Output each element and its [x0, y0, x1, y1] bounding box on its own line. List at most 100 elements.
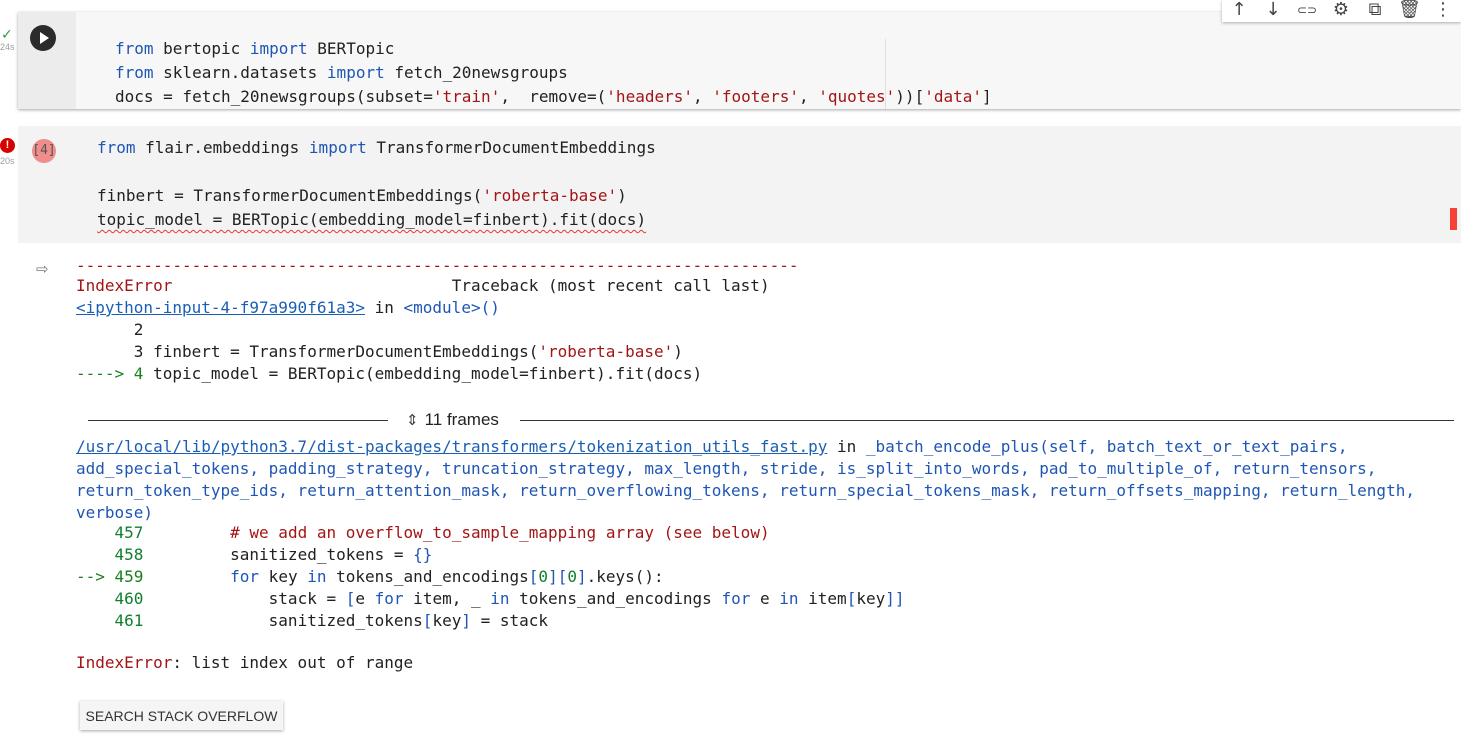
link-icon[interactable]: ⊂⊃: [1296, 0, 1318, 22]
code-token: [: [345, 589, 356, 608]
code-token: in: [307, 567, 327, 586]
cell-2-exec-time: 20s: [0, 156, 15, 166]
traceback-dashes: ----------------------------------------…: [76, 256, 799, 275]
signature-line: return_token_type_ids, return_attention_…: [76, 480, 1415, 504]
gear-icon[interactable]: ⚙: [1330, 0, 1352, 22]
frames-toggle-label[interactable]: ⇕ 11 frames: [406, 410, 499, 430]
code-token: sklearn.datasets: [153, 63, 327, 82]
code-line: from sklearn.datasets import fetch_20new…: [115, 61, 992, 85]
traceback-label: Traceback (most recent call last): [451, 276, 770, 295]
collapsed-frames-toggle[interactable]: ⇕ 11 frames: [88, 408, 1454, 434]
code-token: item: [798, 589, 847, 608]
code-token: [: [528, 567, 539, 586]
output-redirect-icon[interactable]: ⇨: [36, 260, 54, 278]
code-token: 'headers': [606, 87, 693, 106]
final-error-type: IndexError: [76, 653, 173, 672]
signature-line: add_special_tokens, padding_strategy, tr…: [76, 458, 1376, 482]
code-token: sanitized_tokens =: [143, 545, 414, 564]
source-file-link[interactable]: /usr/local/lib/python3.7/dist-packages/t…: [76, 437, 827, 456]
code-token: item, _: [403, 589, 491, 608]
traceback-line: 2: [76, 319, 144, 343]
source-line: 460 stack = [e for item, _ in tokens_and…: [76, 588, 905, 612]
final-error-message: : list index out of range: [172, 653, 414, 672]
code-token: finbert = TransformerDocumentEmbeddings(: [97, 186, 483, 205]
code-token: key: [432, 611, 462, 630]
code-token: verbose): [76, 503, 154, 522]
code-cell-2[interactable]: from flair.embeddings import Transformer…: [18, 126, 1461, 243]
code-line: docs = fetch_20newsgroups(subset='train'…: [115, 85, 992, 109]
code-token: 'roberta-base': [538, 342, 674, 361]
code-token: 460: [76, 589, 144, 608]
divider-left: [88, 420, 388, 421]
error-badge-icon: !: [0, 138, 15, 153]
code-token: return_token_type_ids, return_attention_…: [76, 481, 1415, 500]
trash-icon[interactable]: 🗑: [1398, 0, 1421, 22]
code-token: key: [856, 589, 886, 608]
code-token: docs = fetch_20newsgroups(subset=: [115, 87, 433, 106]
code-token: ----> 4: [76, 364, 154, 383]
run-cell-button[interactable]: [30, 25, 56, 51]
in-word: in: [364, 298, 404, 317]
code-token: flair.embeddings: [135, 138, 309, 157]
code-token: e: [355, 589, 375, 608]
error-type: IndexError: [76, 276, 173, 295]
code-token: {}: [413, 545, 433, 564]
code-token: 0: [567, 567, 577, 586]
code-token: ): [673, 342, 683, 361]
code-token: 458: [76, 545, 144, 564]
code-token: 'roberta-base': [482, 186, 618, 205]
code-token: e: [750, 589, 780, 608]
code-token: 'quotes': [818, 87, 896, 106]
code-token: ))[: [895, 87, 925, 106]
code-token: tokens_and_encodings: [326, 567, 529, 586]
traceback-line: ----> 4 topic_model = BERTopic(embedding…: [76, 363, 702, 387]
source-line: 458 sanitized_tokens = {}: [76, 544, 433, 568]
search-stack-overflow-button[interactable]: SEARCH STACK OVERFLOW: [80, 701, 283, 730]
code-token: # we add an overflow_to_sample_mapping a…: [230, 523, 770, 542]
execution-count[interactable]: [4]: [32, 139, 56, 163]
code-line: finbert = TransformerDocumentEmbeddings(…: [97, 184, 656, 208]
code-token: [: [422, 611, 433, 630]
cell-2-code-editor[interactable]: from flair.embeddings import Transformer…: [97, 136, 656, 232]
check-icon: ✓: [1, 27, 13, 43]
code-token: 457: [76, 523, 144, 542]
code-line: from bertopic import BERTopic: [115, 37, 992, 61]
code-token: in: [490, 589, 510, 608]
traceback-line: 3 finbert = TransformerDocumentEmbedding…: [76, 341, 683, 365]
source-line: 457 # we add an overflow_to_sample_mappi…: [76, 522, 770, 546]
more-vert-icon[interactable]: ⋮: [1432, 0, 1454, 22]
cell-toolbar: ↑ ↓ ⊂⊃ ⚙ ⧉ 🗑 ⋮: [1222, 0, 1461, 22]
cell-1-code-editor[interactable]: from bertopic import BERTopic from sklear…: [115, 37, 992, 109]
code-cell-1[interactable]: from bertopic import BERTopic from sklear…: [18, 12, 1461, 109]
module-parens: (): [480, 298, 500, 317]
signature-line: /usr/local/lib/python3.7/dist-packages/t…: [76, 436, 1348, 460]
code-token: import: [326, 63, 385, 82]
code-token: from: [115, 63, 154, 82]
scrollbar-error-marker: [1450, 208, 1457, 230]
code-token: .keys():: [586, 567, 664, 586]
code-token: --> 459: [76, 567, 144, 586]
arrow-up-icon[interactable]: ↑: [1228, 0, 1250, 22]
code-token: 2: [76, 320, 144, 339]
code-line: from flair.embeddings import Transformer…: [97, 136, 656, 160]
cell-1-exec-time: 24s: [0, 42, 15, 52]
code-token: BERTopic: [307, 39, 395, 58]
frames-count: 11 frames: [424, 410, 499, 429]
code-token: fetch_20newsgroups: [384, 63, 568, 82]
code-token: 3 finbert = TransformerDocumentEmbedding…: [76, 342, 539, 361]
source-line: 461 sanitized_tokens[key] = stack: [76, 610, 549, 634]
mirror-cell-icon[interactable]: ⧉: [1364, 0, 1386, 22]
code-token: ): [617, 186, 627, 205]
source-line: --> 459 for key in tokens_and_encodings[…: [76, 566, 664, 590]
code-token: bertopic: [153, 39, 250, 58]
code-token: = stack: [470, 611, 549, 630]
ipython-input-link[interactable]: <ipython-input-4-f97a990f61a3>: [76, 298, 365, 317]
code-token: 461: [76, 611, 144, 630]
code-token: sanitized_tokens: [143, 611, 423, 630]
code-token: , remove=(: [500, 87, 607, 106]
arrow-down-icon[interactable]: ↓: [1262, 0, 1284, 22]
divider-right: [520, 420, 1454, 421]
